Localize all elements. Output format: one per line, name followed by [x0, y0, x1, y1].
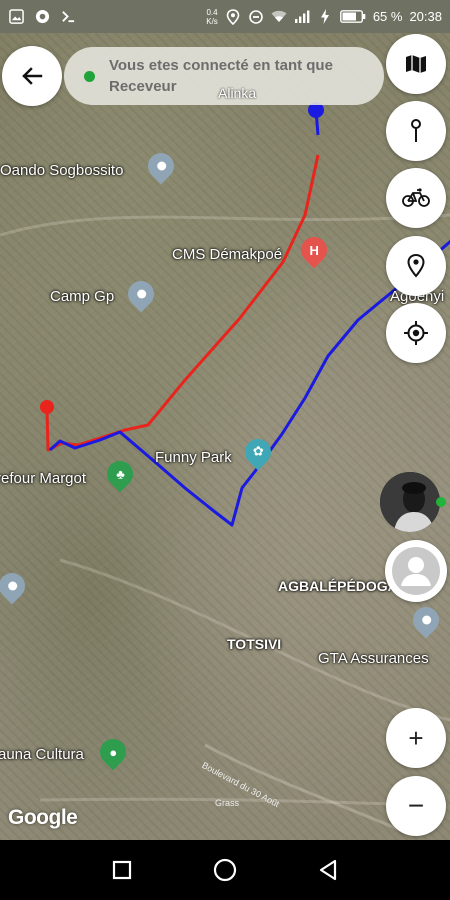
bicycle-icon — [402, 188, 430, 207]
route-overlay — [0, 102, 450, 832]
place-label-gta[interactable]: GTA Assurances — [318, 650, 429, 667]
network-speed: 0.4 K/s — [206, 7, 218, 26]
status-bar: 0.4 K/s 65 % 20:38 — [0, 0, 450, 33]
map-icon — [406, 55, 426, 73]
back-triangle-icon — [320, 859, 337, 881]
route-red-end-marker — [40, 400, 54, 414]
avatar-online-indicator — [436, 497, 446, 507]
user-avatar-button[interactable] — [385, 540, 447, 602]
do-not-disturb-icon — [248, 9, 264, 25]
wifi-icon — [271, 9, 287, 25]
clock: 20:38 — [409, 9, 442, 24]
driver-avatar[interactable] — [380, 472, 440, 532]
location-status-icon — [225, 8, 241, 25]
battery-icon — [339, 9, 366, 25]
terminal-notification-icon — [60, 9, 76, 25]
map-layers-button[interactable] — [386, 34, 446, 94]
online-status-dot — [84, 70, 95, 82]
back-button[interactable] — [2, 46, 62, 106]
my-location-button[interactable] — [386, 303, 446, 363]
place-label-agbalepedo[interactable]: AGBALÉPÉDOGA — [278, 578, 398, 594]
place-label-cms[interactable]: CMS Démakpoé — [172, 246, 282, 263]
home-button[interactable] — [205, 850, 245, 890]
road — [204, 743, 401, 832]
android-navigation-bar — [0, 840, 450, 900]
map-view[interactable]: H ✿ ♣ ● Oando Sogbossito CMS Démakpoé Ca… — [0, 33, 450, 840]
location-pin-icon — [407, 253, 425, 278]
pin-button[interactable] — [386, 101, 446, 161]
overlay-label: Alinka — [218, 85, 257, 101]
recents-button[interactable] — [102, 850, 142, 890]
image-notification-icon — [8, 9, 24, 25]
back-nav-button[interactable] — [308, 850, 348, 890]
zoom-in-button[interactable]: + — [386, 708, 446, 768]
signal-icon — [294, 9, 310, 25]
bicycle-mode-button[interactable] — [386, 168, 446, 228]
place-label-oando[interactable]: Oando Sogbossito — [0, 162, 123, 179]
recents-square-icon — [112, 860, 131, 880]
person-photo-icon — [380, 472, 440, 532]
place-label-camp[interactable]: Camp Gp — [50, 288, 114, 305]
default-user-icon — [392, 547, 440, 595]
road — [0, 213, 450, 237]
hospital-icon: H — [309, 242, 319, 258]
place-label-totsivi[interactable]: TOTSIVI — [227, 636, 281, 652]
place-label-funny-park[interactable]: Funny Park — [155, 449, 232, 466]
record-notification-icon — [34, 9, 50, 25]
my-location-icon — [404, 321, 428, 345]
road-label-grass: Grass — [215, 798, 240, 808]
pushpin-icon — [411, 119, 421, 142]
place-label-fauna[interactable]: auna Cultura — [0, 746, 84, 763]
tree-icon: ♣ — [115, 466, 125, 482]
location-button[interactable] — [386, 236, 446, 296]
park-icon: ✿ — [252, 444, 264, 459]
home-circle-icon — [213, 858, 237, 882]
arrow-left-icon — [22, 67, 43, 85]
paw-icon: ● — [109, 744, 117, 760]
place-label-margot[interactable]: refour Margot — [0, 470, 86, 487]
google-attribution: Google — [8, 806, 78, 829]
zoom-out-button[interactable]: − — [386, 776, 446, 836]
charging-icon — [317, 9, 333, 25]
battery-percent: 65 % — [372, 9, 403, 24]
